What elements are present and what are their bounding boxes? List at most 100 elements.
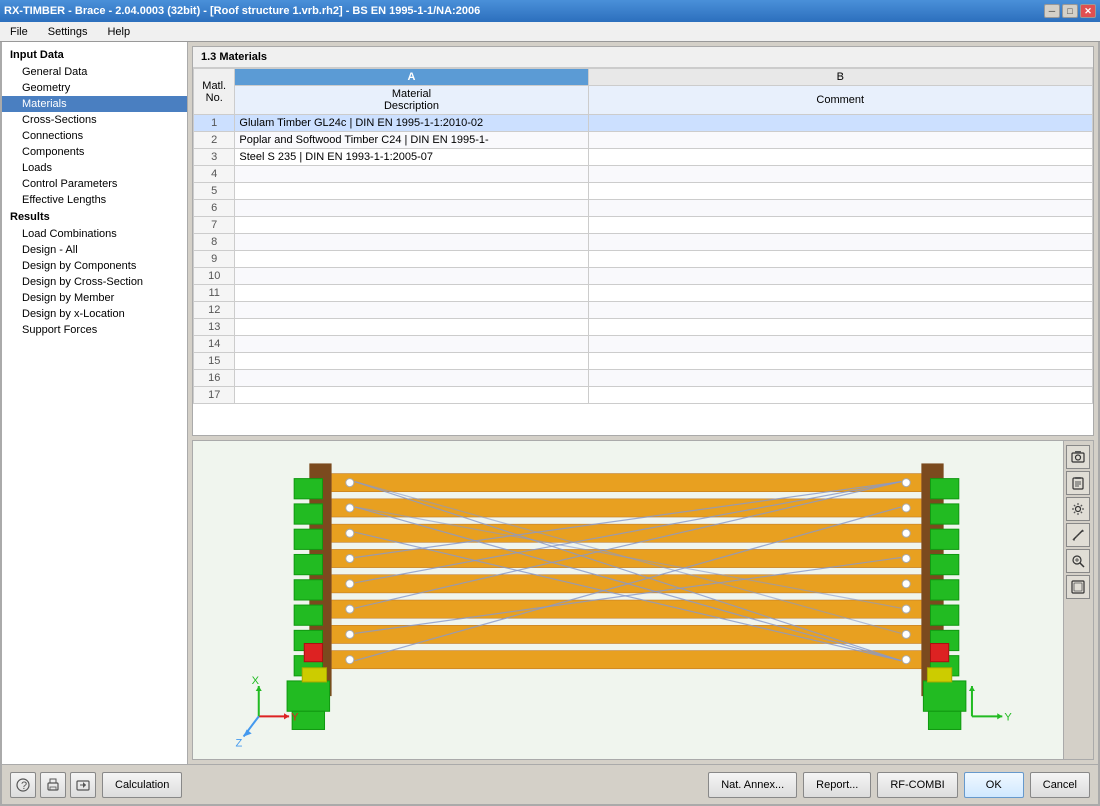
rf-combi-button[interactable]: RF-COMBI: [877, 772, 957, 798]
comment-cell[interactable]: [588, 302, 1092, 319]
table-container[interactable]: Matl. No. A B Material Description: [193, 68, 1093, 435]
comment-cell[interactable]: [588, 149, 1092, 166]
title-bar: RX-TIMBER - Brace - 2.04.0003 (32bit) - …: [0, 0, 1100, 22]
table-row[interactable]: 13: [194, 319, 1093, 336]
sidebar-item-design-by-cross-section[interactable]: Design by Cross-Section: [2, 274, 187, 290]
sidebar-item-materials[interactable]: Materials: [2, 96, 187, 112]
viz-btn-zoom[interactable]: [1066, 549, 1090, 573]
table-row[interactable]: 9: [194, 251, 1093, 268]
nat-annex-button[interactable]: Nat. Annex...: [708, 772, 797, 798]
material-cell[interactable]: [235, 251, 588, 268]
sidebar-item-load-combinations[interactable]: Load Combinations: [2, 226, 187, 242]
row-number: 17: [194, 387, 235, 404]
table-row[interactable]: 3 Steel S 235 | DIN EN 1993-1-1:2005-07: [194, 149, 1093, 166]
row-number: 10: [194, 268, 235, 285]
table-row[interactable]: 12: [194, 302, 1093, 319]
sidebar-item-components[interactable]: Components: [2, 144, 187, 160]
material-cell[interactable]: [235, 302, 588, 319]
sidebar-item-design-all[interactable]: Design - All: [2, 242, 187, 258]
material-cell[interactable]: Poplar and Softwood Timber C24 | DIN EN …: [235, 132, 588, 149]
sidebar-item-general-data[interactable]: General Data: [2, 64, 187, 80]
export-button[interactable]: [70, 772, 96, 798]
sidebar-item-support-forces[interactable]: Support Forces: [2, 322, 187, 338]
table-row[interactable]: 16: [194, 370, 1093, 387]
sidebar-item-geometry[interactable]: Geometry: [2, 80, 187, 96]
material-cell[interactable]: [235, 353, 588, 370]
material-cell[interactable]: [235, 336, 588, 353]
comment-cell[interactable]: [588, 115, 1092, 132]
maximize-button[interactable]: □: [1062, 4, 1078, 18]
sidebar-item-control-parameters[interactable]: Control Parameters: [2, 176, 187, 192]
comment-cell[interactable]: [588, 387, 1092, 404]
sidebar-item-design-by-member[interactable]: Design by Member: [2, 290, 187, 306]
table-row[interactable]: 10: [194, 268, 1093, 285]
table-row[interactable]: 2 Poplar and Softwood Timber C24 | DIN E…: [194, 132, 1093, 149]
viz-canvas: Y X Z Y: [193, 441, 1063, 759]
table-row[interactable]: 4: [194, 166, 1093, 183]
calculation-button[interactable]: Calculation: [102, 772, 182, 798]
material-cell[interactable]: [235, 217, 588, 234]
comment-cell[interactable]: [588, 166, 1092, 183]
table-row[interactable]: 5: [194, 183, 1093, 200]
material-cell[interactable]: Glulam Timber GL24c | DIN EN 1995-1-1:20…: [235, 115, 588, 132]
help-icon-button[interactable]: ?: [10, 772, 36, 798]
viz-btn-settings[interactable]: [1066, 497, 1090, 521]
viz-btn-camera[interactable]: [1066, 445, 1090, 469]
comment-cell[interactable]: [588, 132, 1092, 149]
table-row[interactable]: 11: [194, 285, 1093, 302]
col-comment-label: Comment: [588, 86, 1092, 115]
material-cell[interactable]: [235, 234, 588, 251]
table-row[interactable]: 14: [194, 336, 1093, 353]
comment-cell[interactable]: [588, 183, 1092, 200]
material-cell[interactable]: [235, 285, 588, 302]
viz-btn-frame[interactable]: [1066, 575, 1090, 599]
row-number: 11: [194, 285, 235, 302]
sidebar-item-loads[interactable]: Loads: [2, 160, 187, 176]
close-button[interactable]: ✕: [1080, 4, 1096, 18]
material-cell[interactable]: [235, 319, 588, 336]
col-header-matno: Matl. No.: [194, 69, 235, 115]
sidebar-results-header: Results: [2, 208, 187, 226]
material-cell[interactable]: [235, 387, 588, 404]
report-button[interactable]: Report...: [803, 772, 871, 798]
table-row[interactable]: 7: [194, 217, 1093, 234]
comment-cell[interactable]: [588, 251, 1092, 268]
sidebar-item-design-by-x-location[interactable]: Design by x-Location: [2, 306, 187, 322]
sidebar-item-effective-lengths[interactable]: Effective Lengths: [2, 192, 187, 208]
col-header-b: B: [588, 69, 1092, 86]
viz-btn-measure[interactable]: [1066, 523, 1090, 547]
sidebar-item-design-by-components[interactable]: Design by Components: [2, 258, 187, 274]
comment-cell[interactable]: [588, 285, 1092, 302]
comment-cell[interactable]: [588, 336, 1092, 353]
sidebar-item-connections[interactable]: Connections: [2, 128, 187, 144]
comment-cell[interactable]: [588, 234, 1092, 251]
comment-cell[interactable]: [588, 370, 1092, 387]
row-number: 7: [194, 217, 235, 234]
material-cell[interactable]: [235, 268, 588, 285]
menu-settings[interactable]: Settings: [42, 24, 94, 40]
comment-cell[interactable]: [588, 217, 1092, 234]
material-cell[interactable]: [235, 166, 588, 183]
comment-cell[interactable]: [588, 200, 1092, 217]
material-cell[interactable]: [235, 200, 588, 217]
comment-cell[interactable]: [588, 353, 1092, 370]
content-area: Input Data General Data Geometry Materia…: [2, 42, 1098, 764]
ok-button[interactable]: OK: [964, 772, 1024, 798]
comment-cell[interactable]: [588, 268, 1092, 285]
material-cell[interactable]: [235, 183, 588, 200]
menu-file[interactable]: File: [4, 24, 34, 40]
table-row[interactable]: 8: [194, 234, 1093, 251]
material-cell[interactable]: Steel S 235 | DIN EN 1993-1-1:2005-07: [235, 149, 588, 166]
viz-btn-clipboard[interactable]: [1066, 471, 1090, 495]
menu-help[interactable]: Help: [101, 24, 136, 40]
material-cell[interactable]: [235, 370, 588, 387]
table-row[interactable]: 1 Glulam Timber GL24c | DIN EN 1995-1-1:…: [194, 115, 1093, 132]
sidebar-item-cross-sections[interactable]: Cross-Sections: [2, 112, 187, 128]
print-button[interactable]: [40, 772, 66, 798]
cancel-button[interactable]: Cancel: [1030, 772, 1090, 798]
table-row[interactable]: 17: [194, 387, 1093, 404]
minimize-button[interactable]: ─: [1044, 4, 1060, 18]
comment-cell[interactable]: [588, 319, 1092, 336]
table-row[interactable]: 6: [194, 200, 1093, 217]
table-row[interactable]: 15: [194, 353, 1093, 370]
